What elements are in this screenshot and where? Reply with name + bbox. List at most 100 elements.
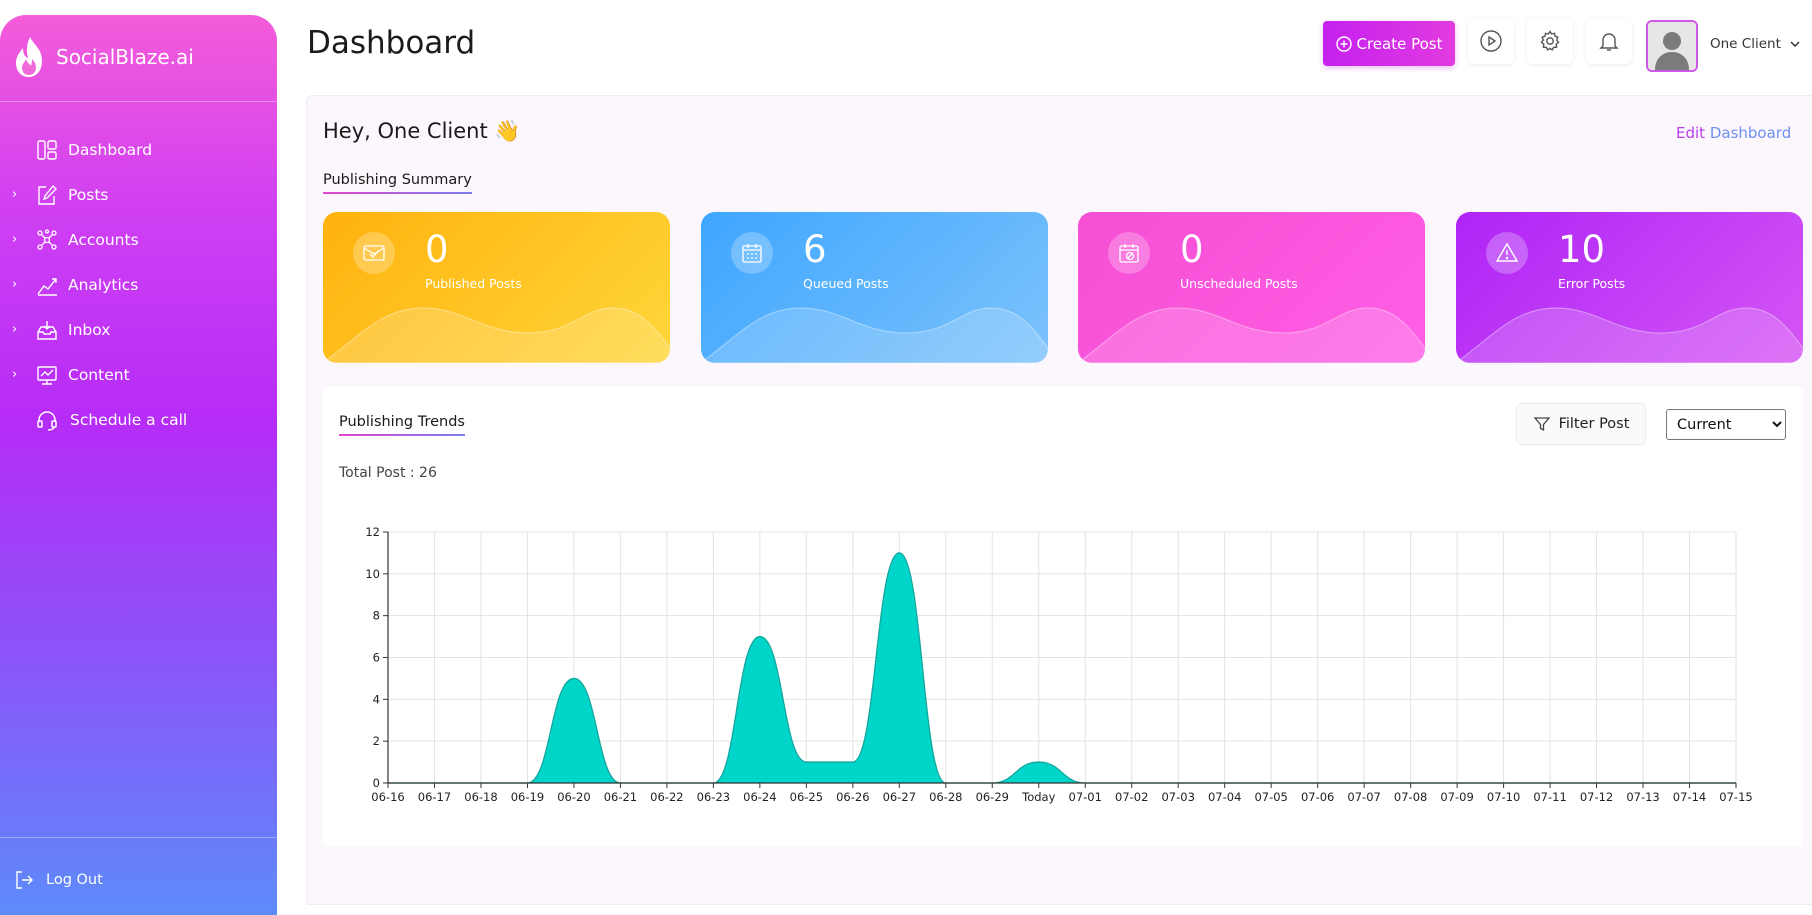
x-tick-label: 07-01	[1069, 790, 1102, 804]
warning-icon	[1486, 232, 1528, 274]
card-wave	[701, 303, 1048, 363]
unscheduled-posts-value: 0	[1180, 228, 1204, 271]
filter-post-label: Filter Post	[1559, 416, 1630, 432]
x-tick-label: 07-13	[1626, 790, 1659, 804]
x-tick-label: 07-06	[1301, 790, 1334, 804]
analytics-icon	[36, 274, 58, 296]
x-tick-label: 06-29	[976, 790, 1009, 804]
sidebar-item-accounts[interactable]: › Accounts	[0, 217, 277, 262]
x-tick-label: 06-21	[604, 790, 637, 804]
x-tick-label: 07-04	[1208, 790, 1241, 804]
sidebar-item-schedule-call[interactable]: Schedule a call	[0, 397, 277, 442]
x-tick-label: 06-27	[883, 790, 916, 804]
settings-button[interactable]	[1527, 18, 1573, 64]
gear-icon	[1538, 29, 1562, 53]
y-tick-label: 8	[373, 609, 380, 623]
x-tick-label: 07-07	[1347, 790, 1380, 804]
published-posts-label: Published Posts	[425, 276, 522, 291]
edit-dashboard-suffix: Dashboard	[1710, 124, 1791, 142]
publishing-summary-title: Publishing Summary	[323, 172, 472, 191]
greeting: Hey, One Client 👋	[323, 119, 521, 144]
x-tick-label: 06-17	[418, 790, 451, 804]
period-select-wrapper: Current	[1666, 409, 1786, 440]
y-tick-label: 4	[373, 692, 380, 706]
card-wave	[1456, 303, 1803, 363]
queued-posts-card[interactable]: 6 Queued Posts	[701, 212, 1048, 363]
avatar[interactable]	[1646, 20, 1698, 72]
y-tick-label: 10	[365, 567, 380, 581]
sidebar-item-analytics[interactable]: › Analytics	[0, 262, 277, 307]
chevron-right-icon: ›	[12, 367, 17, 382]
sidebar-item-label: Posts	[68, 186, 109, 204]
x-tick-label: 06-23	[697, 790, 730, 804]
publishing-trends-chart: 02468101206-1606-1706-1806-1906-2006-210…	[323, 505, 1783, 825]
sidebar-item-inbox[interactable]: › Inbox	[0, 307, 277, 352]
edit-icon	[36, 184, 58, 206]
bell-icon	[1597, 29, 1621, 53]
period-select[interactable]: Current	[1666, 409, 1786, 440]
y-tick-label: 2	[373, 734, 380, 748]
x-tick-label: 07-11	[1533, 790, 1566, 804]
card-wave	[323, 303, 670, 363]
logout-button[interactable]: Log Out	[14, 870, 103, 890]
x-tick-label: 06-28	[929, 790, 962, 804]
logout-icon	[14, 870, 34, 890]
x-tick-label: 07-03	[1161, 790, 1194, 804]
inbox-icon	[36, 319, 58, 341]
card-wave	[1078, 303, 1425, 363]
x-tick-label: 06-18	[464, 790, 497, 804]
sidebar-item-label: Dashboard	[68, 141, 152, 159]
x-tick-label: 07-02	[1115, 790, 1148, 804]
sidebar-item-label: Accounts	[68, 231, 139, 249]
y-tick-label: 6	[373, 651, 380, 665]
x-tick-label: 06-16	[371, 790, 404, 804]
unscheduled-posts-card[interactable]: 0 Unscheduled Posts	[1078, 212, 1425, 363]
x-tick-label: 06-26	[836, 790, 869, 804]
error-posts-label: Error Posts	[1558, 276, 1625, 291]
brand-logo[interactable]: SocialBlaze.ai	[12, 35, 194, 79]
network-icon	[36, 229, 58, 251]
published-posts-value: 0	[425, 228, 449, 271]
filter-post-button[interactable]: Filter Post	[1516, 403, 1646, 445]
x-tick-label: 07-05	[1254, 790, 1287, 804]
edit-dashboard-link[interactable]: Edit Dashboard	[1676, 124, 1791, 142]
calendar-blocked-icon	[1108, 232, 1150, 274]
x-tick-label: 07-15	[1719, 790, 1752, 804]
sidebar-item-label: Analytics	[68, 276, 138, 294]
sidebar-divider	[0, 837, 277, 838]
logout-label: Log Out	[46, 872, 103, 888]
sidebar-item-content[interactable]: › Content	[0, 352, 277, 397]
user-avatar-icon	[1648, 22, 1696, 70]
user-menu[interactable]: One Client	[1710, 36, 1801, 52]
headset-icon	[36, 409, 58, 431]
chevron-right-icon: ›	[12, 187, 17, 202]
sidebar-item-dashboard[interactable]: Dashboard	[0, 127, 277, 172]
total-post-count: Total Post : 26	[339, 465, 437, 481]
notifications-button[interactable]	[1586, 18, 1632, 64]
sidebar-item-label: Inbox	[68, 321, 110, 339]
chevron-right-icon: ›	[12, 277, 17, 292]
published-posts-card[interactable]: 0 Published Posts	[323, 212, 670, 363]
published-icon	[353, 232, 395, 274]
content-icon	[36, 364, 58, 386]
sidebar-divider	[0, 101, 277, 102]
create-post-button[interactable]: Create Post	[1323, 21, 1455, 66]
error-posts-value: 10	[1558, 228, 1605, 271]
x-tick-label: 06-20	[557, 790, 590, 804]
x-tick-label: 06-19	[511, 790, 544, 804]
flame-logo-icon	[12, 35, 48, 79]
edit-dashboard-prefix: Edit	[1676, 124, 1705, 142]
x-tick-label: Today	[1021, 790, 1055, 804]
filter-icon	[1533, 415, 1551, 433]
x-tick-label: 07-14	[1673, 790, 1706, 804]
error-posts-card[interactable]: 10 Error Posts	[1456, 212, 1803, 363]
chevron-right-icon: ›	[12, 232, 17, 247]
x-tick-label: 06-22	[650, 790, 683, 804]
x-tick-label: 06-25	[790, 790, 823, 804]
calendar-icon	[731, 232, 773, 274]
sidebar-item-posts[interactable]: › Posts	[0, 172, 277, 217]
x-tick-label: 07-09	[1440, 790, 1473, 804]
play-video-button[interactable]	[1468, 18, 1514, 64]
user-name: One Client	[1710, 36, 1781, 52]
x-tick-label: 07-10	[1487, 790, 1520, 804]
